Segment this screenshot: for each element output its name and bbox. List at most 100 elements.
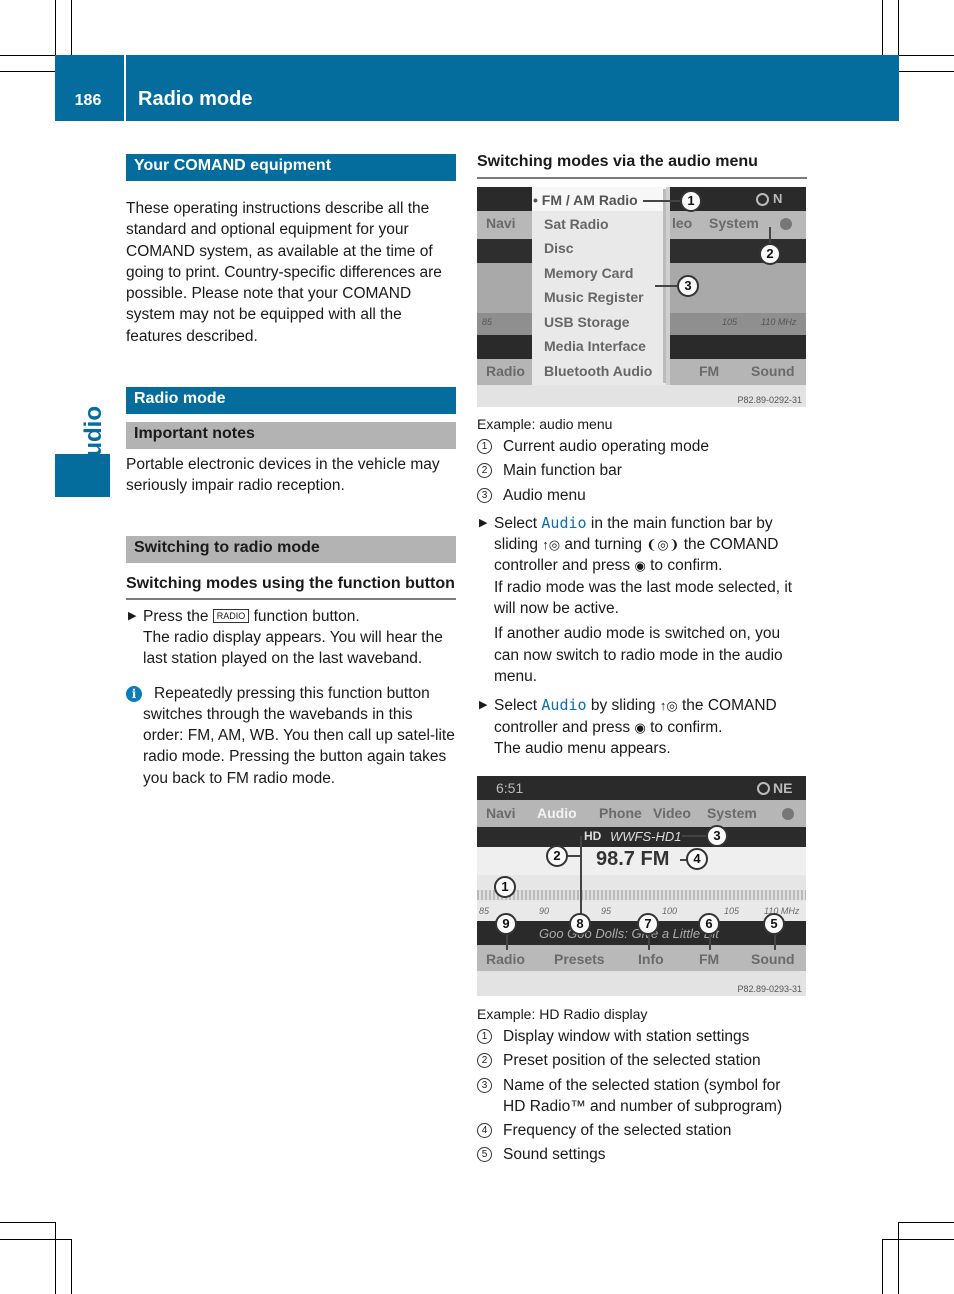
section-heading-switching: Switching to radio mode	[126, 535, 456, 563]
bg-freq-label: 105	[722, 317, 738, 327]
callout-9: 9	[495, 913, 517, 935]
figure-hd-radio: 6:51 NE Navi Audio Phone Video System HD…	[477, 776, 806, 996]
figure-caption: Example: HD Radio display	[477, 1006, 648, 1022]
legend-number-icon: 2	[477, 463, 492, 479]
page-title: Radio mode	[138, 88, 253, 110]
step-text: Select	[494, 514, 538, 532]
slide-controller-icon: ↑◎	[542, 537, 561, 553]
settings-icon[interactable]	[782, 808, 794, 820]
scale-label: 95	[601, 906, 612, 916]
crop-mark	[71, 1239, 72, 1294]
callout-5: 5	[763, 913, 785, 935]
callout-line	[774, 934, 776, 950]
crop-mark	[55, 1222, 56, 1294]
crop-mark	[898, 1222, 899, 1294]
legend-text: Current audio operating mode	[503, 438, 709, 455]
bg-radio-label: Radio	[486, 363, 525, 379]
legend-number-icon: 3	[477, 1077, 492, 1093]
info-icon: i	[126, 685, 142, 702]
side-tab-block	[55, 454, 110, 497]
tab-system[interactable]: System	[707, 805, 757, 821]
callout-line	[648, 934, 650, 950]
notes-text: Portable electronic devices in the vehic…	[126, 456, 440, 495]
right-column-top: Switching modes via the audio menu	[477, 151, 807, 179]
legend-text: Preset position of the selected station	[503, 1052, 761, 1070]
menu-item-usb-storage[interactable]: USB Storage	[544, 314, 630, 330]
legend-text: Display window with station settings	[503, 1028, 750, 1045]
step-result: If another audio mode is switched on, yo…	[494, 625, 783, 685]
step-text: function button.	[253, 607, 360, 625]
bg-sound-label: Sound	[751, 363, 795, 379]
audio-menu-link[interactable]: Audio	[541, 696, 586, 714]
menu-item-media-interface[interactable]: Media Interface	[544, 338, 646, 354]
crop-mark	[899, 71, 954, 72]
callout-3: 3	[677, 275, 699, 297]
crop-mark	[899, 1222, 954, 1223]
tab-audio[interactable]: Audio	[537, 805, 577, 821]
bg-system-label: System	[709, 215, 759, 231]
audio-menu-link[interactable]: Audio	[541, 514, 586, 532]
callout-6: 6	[698, 913, 720, 935]
step-arrow-icon: ▶	[479, 516, 488, 529]
legend-number-icon: 1	[477, 1029, 492, 1044]
menu-item-music-register[interactable]: Music Register	[544, 289, 644, 305]
menu-item-disc[interactable]: Disc	[544, 240, 574, 256]
crop-mark	[0, 55, 55, 56]
tab-video[interactable]: Video	[653, 805, 691, 821]
section-heading-radio-mode: Radio mode	[126, 387, 456, 415]
menu-item-fm-am-radio[interactable]: • FM / AM Radio	[532, 187, 666, 211]
tab-navi[interactable]: Navi	[486, 805, 516, 821]
legend-item: 5 Sound settings	[477, 1144, 807, 1165]
compass-label: NE	[773, 780, 793, 796]
callout-2: 2	[546, 845, 568, 867]
menu-item-bluetooth-audio[interactable]: Bluetooth Audio	[544, 363, 652, 379]
right-column-middle: Example: audio menu 1 Current audio opera…	[477, 414, 807, 759]
clock: 6:51	[496, 780, 524, 796]
legend-item: 3 Audio menu	[477, 485, 807, 506]
legend-number-icon: 3	[477, 487, 492, 503]
crop-mark	[899, 55, 954, 56]
softkey-fm[interactable]: FM	[699, 951, 719, 967]
legend-item: 1 Display window with station settings	[477, 1026, 807, 1047]
softkey-info[interactable]: Info	[638, 951, 664, 967]
scale-label: 85	[479, 906, 490, 916]
callout-7: 7	[637, 913, 659, 935]
left-column: Your COMAND equipment These operating in…	[126, 154, 456, 789]
press-controller-icon: ◉	[634, 558, 646, 574]
softkey-sound[interactable]: Sound	[751, 951, 795, 967]
step-text: Select	[494, 697, 538, 715]
callout-1: 1	[680, 190, 702, 212]
softkey-radio[interactable]: Radio	[486, 951, 525, 967]
right-column-bottom: Example: HD Radio display 1 Display windo…	[477, 1004, 807, 1166]
menu-item-memory-card[interactable]: Memory Card	[544, 265, 633, 281]
step-text: to confirm.	[650, 557, 723, 575]
figure-audio-menu: Navi leo System N 85 105 110 MHz Radio F…	[477, 187, 806, 407]
bg-fm-label: FM	[699, 363, 720, 379]
menu-item-sat-radio[interactable]: Sat Radio	[544, 216, 609, 232]
slide-controller-icon: ↑◎	[659, 698, 678, 714]
frequency-scale-ticks	[477, 890, 806, 900]
step-result: If radio mode was the last mode selected…	[494, 578, 793, 618]
audio-menu-dropdown[interactable]: • FM / AM Radio Sat Radio Disc Memory Ca…	[532, 187, 670, 385]
callout-8: 8	[569, 913, 591, 935]
bg-freq-label: 110 MHz	[761, 317, 797, 327]
info-note: i Repeatedly pressing this function butt…	[126, 683, 456, 789]
tab-phone[interactable]: Phone	[599, 805, 642, 821]
callout-line	[655, 285, 677, 287]
compass-icon	[756, 193, 769, 206]
legend-item: 3 Name of the selected station (symbol fo…	[477, 1075, 807, 1118]
callout-line	[682, 835, 707, 837]
step-text: by sliding	[590, 697, 656, 715]
subheading-audio-menu: Switching modes via the audio menu	[477, 151, 807, 179]
press-controller-icon: ◉	[634, 719, 646, 735]
bg-video-label: leo	[672, 215, 693, 231]
step-result: The audio menu appears.	[494, 739, 671, 757]
crop-mark	[0, 71, 55, 72]
step-arrow-icon: ▶	[479, 699, 488, 712]
page-number: 186	[74, 92, 102, 109]
subheading-function-button: Switching modes using the function butto…	[126, 573, 456, 600]
hd-radio-icon: HD	[584, 829, 602, 843]
softkey-presets[interactable]: Presets	[554, 951, 605, 967]
radio-button-icon: RADIO	[212, 608, 250, 623]
callout-line	[643, 200, 680, 202]
